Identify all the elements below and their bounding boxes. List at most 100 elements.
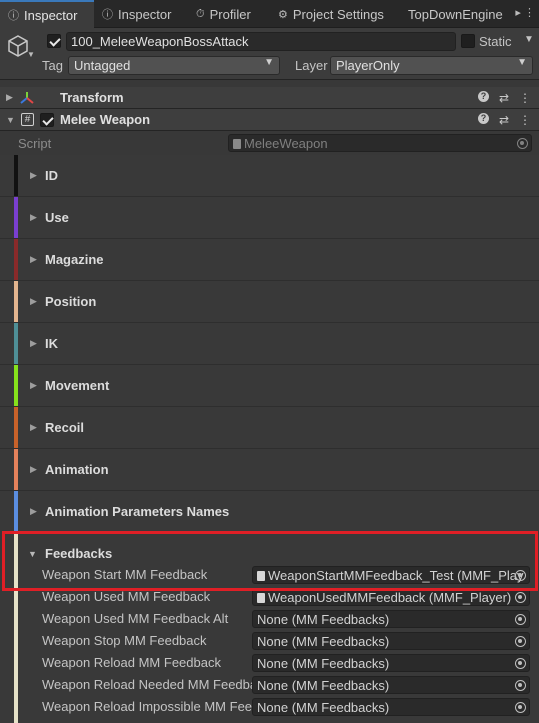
object-picker-icon (517, 138, 528, 149)
feedback-value: WeaponUsedMMFeedback (MMF_Player) (268, 590, 512, 605)
section-movement[interactable]: ▶ Movement (0, 365, 539, 407)
fold-arrow-icon[interactable]: ▶ (30, 296, 37, 307)
fold-arrow-icon[interactable]: ▶ (30, 212, 37, 223)
section-magazine[interactable]: ▶ Magazine (0, 239, 539, 281)
feedback-object-field[interactable]: None (MM Feedbacks) (252, 632, 530, 650)
section-title: Position (45, 294, 97, 309)
feedback-object-field[interactable]: None (MM Feedbacks) (252, 698, 530, 716)
section-color-bar (14, 281, 18, 322)
object-picker-icon[interactable] (515, 592, 526, 603)
section-color-bar (14, 491, 18, 532)
section-position[interactable]: ▶ Position (0, 281, 539, 323)
feedback-value: None (MM Feedbacks) (257, 656, 390, 671)
fold-arrow-icon[interactable]: ▶ (30, 380, 37, 391)
object-header: ▼ 100_MeleeWeaponBossAttack Static ▼ Tag… (0, 28, 539, 80)
tab-profiler[interactable]: ⏱ Profiler (188, 0, 259, 28)
tab-label: Inspector (24, 7, 78, 23)
feedback-label: Weapon Used MM Feedback Alt (42, 611, 229, 626)
feedback-row: Weapon Reload Needed MM Feedback None (MM… (0, 674, 539, 696)
section-recoil[interactable]: ▶ Recoil (0, 407, 539, 449)
object-picker-icon[interactable] (515, 658, 526, 669)
transform-icon (20, 92, 34, 104)
tab-inspector[interactable]: ⓘ Inspector (94, 0, 179, 28)
feedback-object-field[interactable]: WeaponStartMMFeedback_Test (MMF_Play (252, 566, 530, 584)
feedback-value: None (MM Feedbacks) (257, 634, 390, 649)
layer-dropdown[interactable]: PlayerOnly ▼ (330, 56, 533, 75)
feedback-value: None (MM Feedbacks) (257, 700, 390, 715)
object-picker-icon[interactable] (515, 614, 526, 625)
component-melee-weapon-header[interactable]: ▼ # Melee Weapon ? ⇄ ⋮ (0, 109, 539, 131)
section-title: Animation Parameters Names (45, 504, 230, 519)
section-color-bar (14, 323, 18, 364)
section-title: Use (45, 210, 69, 225)
fold-arrow-icon[interactable]: ▶ (6, 92, 13, 103)
tag-dropdown[interactable]: Untagged ▼ (68, 56, 280, 75)
chevron-down-icon: ▼ (517, 57, 527, 68)
presets-icon[interactable]: ⇄ (499, 91, 509, 105)
stopwatch-icon: ⏱ (196, 7, 205, 20)
feedback-value: None (MM Feedbacks) (257, 678, 390, 693)
feedback-label: Weapon Used MM Feedback (42, 589, 211, 604)
help-icon[interactable]: ? (477, 112, 489, 124)
object-picker-icon[interactable] (515, 680, 526, 691)
tab-overflow-menu[interactable]: ▸ ⋮ (515, 6, 535, 19)
object-picker-icon[interactable] (515, 636, 526, 647)
active-checkbox[interactable] (47, 34, 61, 48)
section-animation[interactable]: ▶ Animation (0, 449, 539, 491)
feedback-row: Weapon Used MM Feedback WeaponUsedMMFeedb… (0, 586, 539, 608)
feedback-object-field[interactable]: None (MM Feedbacks) (252, 676, 530, 694)
layer-value: PlayerOnly (336, 58, 400, 73)
section-id[interactable]: ▶ ID (0, 155, 539, 197)
section-use[interactable]: ▶ Use (0, 197, 539, 239)
feedbacks-title[interactable]: Feedbacks (45, 546, 112, 561)
section-title: Magazine (45, 252, 104, 267)
component-enabled-checkbox[interactable] (40, 113, 54, 127)
tab-inspector-active[interactable]: ⓘ Inspector (0, 0, 94, 28)
fold-arrow-icon[interactable]: ▶ (30, 506, 37, 517)
script-field: MeleeWeapon (228, 134, 532, 152)
asset-file-icon (257, 571, 265, 581)
layer-label: Layer (295, 58, 328, 73)
feedback-label: Weapon Reload Needed MM Feedback (42, 677, 252, 692)
fold-arrow-icon[interactable]: ▶ (30, 338, 37, 349)
object-name-field[interactable]: 100_MeleeWeaponBossAttack (66, 32, 456, 51)
feedback-row: Weapon Start MM Feedback WeaponStartMMFee… (0, 564, 539, 586)
section-color-bar (14, 197, 18, 238)
feedback-object-field[interactable]: None (MM Feedbacks) (252, 654, 530, 672)
icon-dropdown-caret[interactable]: ▼ (27, 50, 35, 59)
section-title: IK (45, 336, 58, 351)
feedback-label: Weapon Reload MM Feedback (42, 655, 221, 670)
feedback-label: Weapon Reload Impossible MM Feedback (42, 699, 252, 714)
kebab-menu-icon[interactable]: ⋮ (519, 91, 531, 105)
fold-arrow-icon[interactable]: ▶ (30, 464, 37, 475)
tag-label: Tag (42, 58, 63, 73)
tab-bar: ⓘ Inspector ⓘ Inspector ⏱ Profiler ⚙ Pro… (0, 0, 539, 28)
object-picker-icon[interactable] (515, 570, 526, 581)
object-picker-icon[interactable] (515, 702, 526, 713)
component-title: Melee Weapon (60, 112, 151, 127)
help-icon[interactable]: ? (477, 90, 489, 102)
asset-file-icon (257, 593, 265, 603)
fold-arrow-icon[interactable]: ▶ (30, 170, 37, 181)
section-ik[interactable]: ▶ IK (0, 323, 539, 365)
kebab-menu-icon[interactable]: ⋮ (519, 113, 531, 127)
chevron-down-icon: ▼ (264, 57, 274, 68)
fold-arrow-icon[interactable]: ▶ (30, 254, 37, 265)
section-color-bar (14, 449, 18, 490)
feedback-object-field[interactable]: None (MM Feedbacks) (252, 610, 530, 628)
feedback-object-field[interactable]: WeaponUsedMMFeedback (MMF_Player) (252, 588, 530, 606)
section-title: Recoil (45, 420, 85, 435)
fold-arrow-icon[interactable]: ▼ (6, 115, 15, 125)
tab-topdownengine[interactable]: TopDownEngine (400, 0, 505, 28)
fold-arrow-icon[interactable]: ▼ (28, 549, 37, 559)
fold-arrow-icon[interactable]: ▶ (30, 422, 37, 433)
feedback-row: Weapon Reload Impossible MM Feedback None… (0, 696, 539, 718)
static-checkbox[interactable] (461, 34, 475, 48)
tab-project-settings[interactable]: ⚙ Project Settings (270, 0, 392, 28)
section-animation-parameters-names[interactable]: ▶ Animation Parameters Names (0, 491, 539, 533)
section-title: Animation (45, 462, 109, 477)
feedback-value: None (MM Feedbacks) (257, 612, 390, 627)
presets-icon[interactable]: ⇄ (499, 113, 509, 127)
static-dropdown-icon[interactable]: ▼ (524, 34, 534, 45)
component-transform-header[interactable]: ▶ Transform ? ⇄ ⋮ (0, 87, 539, 109)
